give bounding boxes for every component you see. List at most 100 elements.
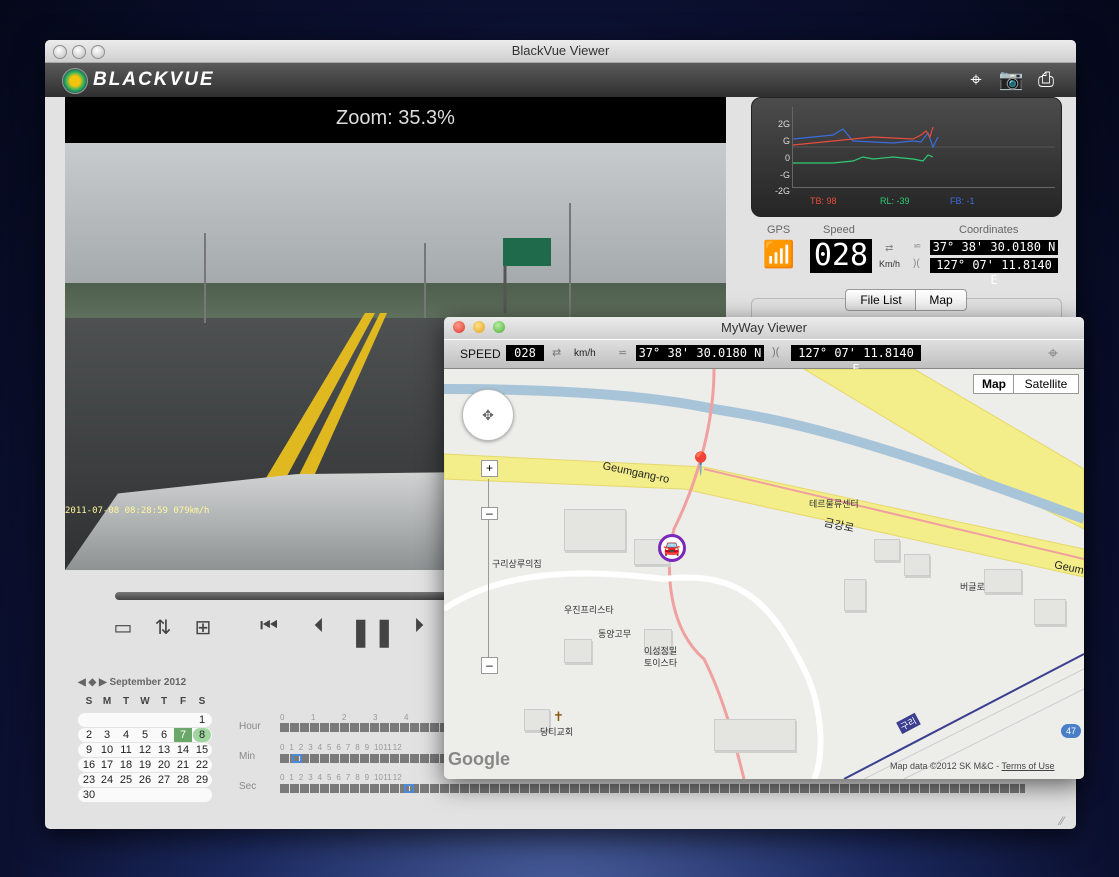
zoom-slider-handle[interactable]: –: [481, 507, 498, 520]
speed-display: 028: [810, 239, 872, 273]
calendar-day[interactable]: 7: [174, 728, 192, 742]
sec-timeline[interactable]: [280, 784, 1025, 793]
calendar-day[interactable]: 16: [80, 758, 98, 772]
calendar-day[interactable]: 20: [155, 758, 173, 772]
myway-close-button[interactable]: [453, 321, 465, 333]
calendar-day[interactable]: 23: [80, 773, 98, 787]
calendar-day[interactable]: 8: [193, 728, 211, 742]
calendar-week: 2345678: [78, 728, 212, 742]
timeline-tick: 0: [280, 773, 285, 782]
calendar-week: 30: [78, 788, 212, 802]
calendar-day[interactable]: 12: [136, 743, 154, 757]
terms-link[interactable]: Terms of Use: [1002, 761, 1055, 771]
calendar-day[interactable]: 17: [98, 758, 116, 772]
gsensor-panel: 2G G 0 -G -2G TB: 98 RL: -39 FB: -1: [751, 97, 1062, 217]
calendar-day[interactable]: 15: [193, 743, 211, 757]
myway-swap-icon: ⇄: [552, 347, 562, 359]
timeline-tick: 8: [355, 773, 360, 782]
calendar-day[interactable]: 30: [80, 788, 98, 802]
calendar-day[interactable]: 18: [117, 758, 135, 772]
map-type-satellite-button[interactable]: Satellite: [1013, 374, 1079, 394]
gsensor-tick: -2G: [774, 186, 790, 196]
map-type-map-button[interactable]: Map: [973, 374, 1015, 394]
route-badge: 47: [1061, 724, 1081, 738]
calendar-week: 16 17 18 19 20 21 22: [78, 758, 212, 772]
resize-grip-icon[interactable]: ⁄⁄: [1060, 814, 1064, 828]
calendar-day[interactable]: 9: [80, 743, 98, 757]
myway-target-icon[interactable]: ⌖: [1048, 343, 1058, 364]
map-label: 구리상루의집: [492, 559, 542, 569]
min-label: Min: [239, 751, 256, 762]
prev-frame-icon[interactable]: ⏴: [305, 615, 333, 638]
zoom-out-button[interactable]: –: [481, 657, 498, 674]
fb-value: FB: -1: [950, 196, 975, 206]
myway-speed-unit: km/h: [574, 348, 596, 359]
calendar-day[interactable]: 28: [174, 773, 192, 787]
timeline-tick: 2: [298, 773, 304, 782]
calendar-day[interactable]: 4: [117, 728, 135, 742]
calendar-day[interactable]: 29: [193, 773, 211, 787]
timeline-tick: 3: [308, 743, 313, 752]
hour-label: Hour: [239, 721, 261, 732]
calendar-day[interactable]: 6: [155, 728, 173, 742]
tab-map[interactable]: Map: [915, 289, 967, 311]
calendar-day[interactable]: 26: [136, 773, 154, 787]
pause-icon[interactable]: ❚❚: [349, 615, 396, 648]
fullscreen-view-icon[interactable]: ▭: [109, 615, 137, 640]
calendar-day[interactable]: 2: [80, 728, 98, 742]
myway-minimize-button[interactable]: [473, 321, 485, 333]
speed-label: Speed: [823, 224, 855, 236]
zoom-in-button[interactable]: +: [481, 460, 498, 477]
myway-speed-display: 028: [506, 345, 544, 361]
min-cursor[interactable]: [292, 754, 302, 763]
pan-control-icon[interactable]: ✥: [462, 389, 514, 441]
prev-month-icon[interactable]: ◀: [78, 677, 86, 688]
calendar-day[interactable]: 1: [193, 713, 211, 727]
car-position-icon[interactable]: 🚘: [658, 534, 686, 562]
myway-infobar: SPEED 028 ⇄ km/h ⋍ 37° 38' 30.0180 N )( …: [444, 340, 1084, 376]
calendar-day[interactable]: 13: [155, 743, 173, 757]
calendar-day[interactable]: 19: [136, 758, 154, 772]
timeline-tick: 7: [345, 743, 351, 752]
calendar-day[interactable]: 21: [174, 758, 192, 772]
skip-back-icon[interactable]: ⏮: [251, 615, 287, 638]
window-titlebar: BlackVue Viewer: [45, 40, 1076, 63]
camera-icon[interactable]: 📷: [998, 68, 1024, 92]
close-button[interactable]: [53, 45, 67, 59]
next-frame-icon[interactable]: ⏵: [405, 615, 433, 638]
calendar-day[interactable]: 11: [117, 743, 135, 757]
map-label: 버글로: [960, 582, 985, 592]
minimize-button[interactable]: [72, 45, 86, 59]
sec-label: Sec: [239, 781, 257, 792]
calendar-day[interactable]: 25: [117, 773, 135, 787]
calendar-day[interactable]: 3: [98, 728, 116, 742]
calendar-day[interactable]: 5: [136, 728, 154, 742]
swap-icon: ⇄: [885, 243, 894, 254]
myway-speed-label: SPEED: [460, 347, 501, 361]
grid-view-icon[interactable]: ⊞: [189, 615, 217, 640]
gsensor-tick: 0: [784, 153, 790, 163]
calendar-day[interactable]: 27: [155, 773, 173, 787]
timeline-tick: 4: [404, 713, 409, 722]
tab-file-list[interactable]: File List: [845, 289, 917, 311]
printer-icon[interactable]: ⎙: [1033, 68, 1059, 92]
calendar-day[interactable]: 22: [193, 758, 211, 772]
gps-target-icon[interactable]: ⌖: [963, 68, 989, 92]
myway-zoom-button[interactable]: [493, 321, 505, 333]
myway-titlebar: MyWay Viewer: [444, 317, 1084, 339]
start-pin-icon[interactable]: 📍: [687, 451, 714, 477]
timeline-tick: 4: [317, 773, 323, 782]
timeline-tick: 0: [280, 743, 285, 752]
timeline-tick: 6: [336, 773, 341, 782]
zoom-button[interactable]: [91, 45, 105, 59]
calendar-day[interactable]: 14: [174, 743, 192, 757]
calendar-day[interactable]: 10: [98, 743, 116, 757]
calendar-day[interactable]: 24: [98, 773, 116, 787]
next-month-icon[interactable]: ▶: [99, 677, 107, 688]
sec-cursor[interactable]: [404, 784, 414, 793]
today-icon[interactable]: ◆: [88, 677, 96, 688]
timeline-tick: 7: [345, 773, 351, 782]
map-view[interactable]: Geumgang-ro 금강로 Geum 테르물류센터 구리상루의집 우진프리스…: [444, 369, 1084, 779]
timeline-tick: 11: [383, 743, 392, 752]
flip-view-icon[interactable]: ⇅: [149, 615, 177, 640]
